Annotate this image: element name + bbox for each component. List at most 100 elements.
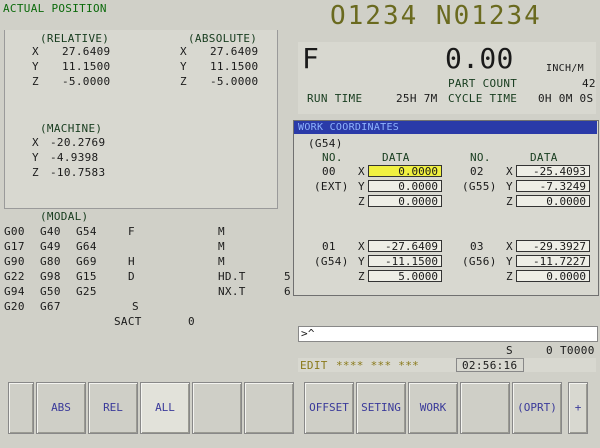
modal-cell: 5 (284, 270, 291, 283)
modal-cell: G67 (40, 300, 61, 313)
modal-cell: M (218, 240, 225, 253)
rel-y-axis: Y (32, 60, 39, 73)
wc-y-field[interactable]: -11.7227 (516, 255, 590, 268)
modal-cell: G90 (4, 255, 25, 268)
wc-y-field[interactable]: -11.1500 (368, 255, 442, 268)
abs-z-value: -5.0000 (210, 75, 259, 88)
sact-value: 0 (188, 315, 195, 328)
mach-z-axis: Z (32, 166, 39, 179)
wc-z-field[interactable]: 0.0000 (368, 195, 442, 208)
softkey-rel-button[interactable]: REL (88, 382, 138, 434)
wc-axis-label: Z (358, 270, 365, 283)
wc-axis-label: X (506, 165, 513, 178)
wc-col-no-left: NO. (322, 151, 343, 164)
wc-z-field[interactable]: 5.0000 (368, 270, 442, 283)
wc-y-field[interactable]: -7.3249 (516, 180, 590, 193)
wc-axis-label: X (506, 240, 513, 253)
spindle-label: S (506, 344, 513, 357)
modal-cell: G15 (76, 270, 97, 283)
abs-y-value: 11.1500 (210, 60, 259, 73)
cycle-time-label: CYCLE TIME (448, 92, 518, 105)
command-input[interactable]: >^ (298, 326, 598, 342)
run-time-label: RUN TIME (307, 92, 363, 105)
rel-x-axis: X (32, 45, 39, 58)
modal-cell: G40 (40, 225, 61, 238)
wc-axis-label: Z (506, 195, 513, 208)
wc-block-name: (G56) (462, 255, 497, 268)
sact-label: SACT (114, 315, 142, 328)
softkey-blank-button[interactable] (460, 382, 510, 434)
work-coordinates-title: WORK COORDINATES (298, 122, 400, 133)
wc-x-field[interactable]: -29.3927 (516, 240, 590, 253)
wc-axis-label: X (358, 240, 365, 253)
wc-x-field[interactable]: -27.6409 (368, 240, 442, 253)
machine-title: (MACHINE) (40, 122, 103, 135)
modal-cell: HD.T (218, 270, 246, 283)
modal-cell: G54 (76, 225, 97, 238)
wc-block-no: 00 (322, 165, 336, 178)
command-prompt: >^ (301, 327, 315, 340)
tool-number: T0000 (560, 344, 595, 357)
softkey-seting-button[interactable]: SETING (356, 382, 406, 434)
softkey-blank-button[interactable] (8, 382, 34, 434)
wc-z-field[interactable]: 0.0000 (516, 270, 590, 283)
spindle-value: 0 (546, 344, 553, 357)
abs-x-axis: X (180, 45, 187, 58)
part-count-value: 42 (582, 77, 596, 90)
wc-block-no: 03 (470, 240, 484, 253)
wc-axis-label: Y (358, 255, 365, 268)
wc-y-field[interactable]: 0.0000 (368, 180, 442, 193)
softkey-all-button[interactable]: ALL (140, 382, 190, 434)
modal-cell: M (218, 225, 225, 238)
feed-unit: INCH/M (546, 63, 584, 74)
feed-letter: F (302, 42, 320, 75)
modal-cell: G94 (4, 285, 25, 298)
wc-axis-label: Z (358, 195, 365, 208)
wc-block-name: (G55) (462, 180, 497, 193)
softkey-work-button[interactable]: WORK (408, 382, 458, 434)
rel-z-axis: Z (32, 75, 39, 88)
softkey-abs-button[interactable]: ABS (36, 382, 86, 434)
modal-cell: G50 (40, 285, 61, 298)
wc-col-no-right: NO. (470, 151, 491, 164)
wc-x-field[interactable]: 0.0000 (368, 165, 442, 178)
modal-cell: M (218, 255, 225, 268)
softkey-blank-button[interactable] (244, 382, 294, 434)
wc-col-data-left: DATA (382, 151, 410, 164)
modal-cell: H (128, 255, 135, 268)
mach-z-value: -10.7583 (50, 166, 106, 179)
modal-cell: G80 (40, 255, 61, 268)
work-coordinates-titlebar: WORK COORDINATES (294, 121, 597, 134)
abs-y-axis: Y (180, 60, 187, 73)
softkey-oprt-button[interactable]: (OPRT) (512, 382, 562, 434)
softkey--button[interactable]: + (568, 382, 588, 434)
wc-axis-label: Y (358, 180, 365, 193)
rel-x-value: 27.6409 (62, 45, 111, 58)
modal-cell: G22 (4, 270, 25, 283)
wc-col-data-right: DATA (530, 151, 558, 164)
wc-axis-label: Y (506, 180, 513, 193)
wc-block-name: (G54) (314, 255, 349, 268)
wc-x-field[interactable]: -25.4093 (516, 165, 590, 178)
softkey-offset-button[interactable]: OFFSET (304, 382, 354, 434)
wc-axis-label: Y (506, 255, 513, 268)
feed-value: 0.00 (445, 42, 514, 75)
wc-axis-label: Z (506, 270, 513, 283)
mach-y-axis: Y (32, 151, 39, 164)
abs-x-value: 27.6409 (210, 45, 259, 58)
wc-block-no: 01 (322, 240, 336, 253)
softkey-blank-button[interactable] (192, 382, 242, 434)
status-stars: **** *** *** (336, 359, 420, 372)
wc-subtitle: (G54) (308, 137, 343, 150)
absolute-title: (ABSOLUTE) (188, 32, 258, 45)
mach-x-value: -20.2769 (50, 136, 106, 149)
cycle-time-value: 0H 0M 0S (538, 92, 594, 105)
modal-cell: 6 (284, 285, 291, 298)
screen-title: ACTUAL POSITION (3, 2, 107, 15)
part-count-label: PART COUNT (448, 77, 518, 90)
modal-cell: G17 (4, 240, 25, 253)
relative-title: (RELATIVE) (40, 32, 110, 45)
modal-cell: NX.T (218, 285, 246, 298)
abs-z-axis: Z (180, 75, 187, 88)
wc-z-field[interactable]: 0.0000 (516, 195, 590, 208)
